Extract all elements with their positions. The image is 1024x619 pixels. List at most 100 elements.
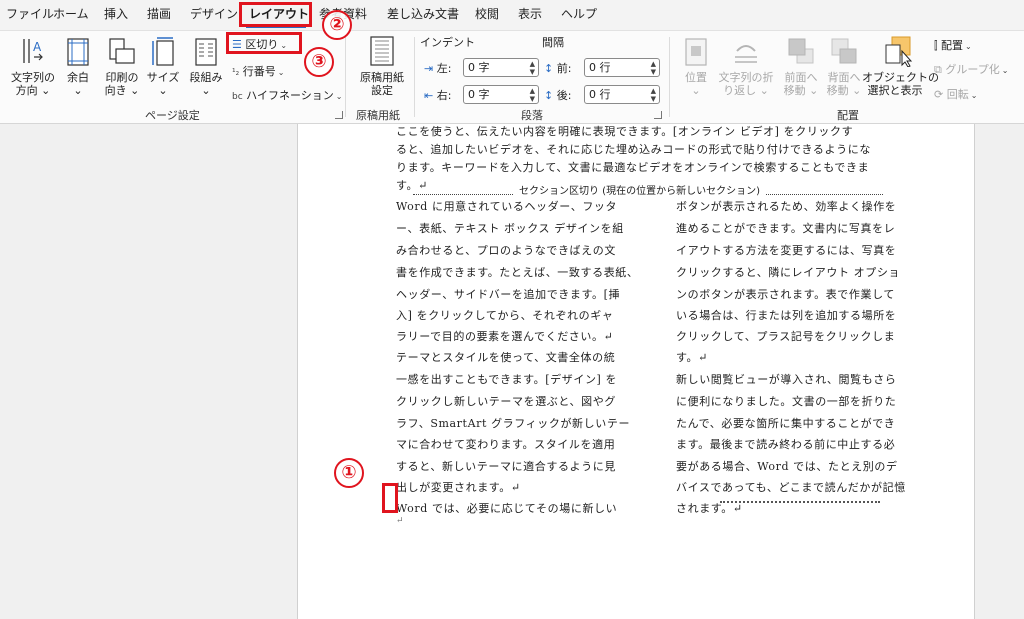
left-column-line: ー、表紙、テキスト ボックス デザインを組 xyxy=(396,222,624,235)
left-column-line: 書を作成できます。たとえば、一致する表紙、 xyxy=(396,266,639,279)
indent-header: インデント xyxy=(420,36,475,49)
wrap-text-icon xyxy=(735,45,757,63)
left-column-line: み合わせると、プロのようなできばえの文 xyxy=(396,244,616,257)
right-column-line: す。↵ xyxy=(676,351,708,364)
indent-right-value: 0 字 xyxy=(468,88,490,101)
paragraph-launcher-icon[interactable] xyxy=(654,111,662,119)
group-icon: ⧉ xyxy=(934,63,942,76)
send-backward-label-1: 背面へ xyxy=(827,71,861,84)
page-setup-group-label: ページ設定 xyxy=(145,109,200,122)
columns-label: 段組み xyxy=(189,71,223,84)
text-direction-label-2: 方向 ⌄ xyxy=(15,84,51,97)
manuscript-label-1: 原稿用紙 xyxy=(360,71,404,84)
ribbon-separator xyxy=(669,37,670,117)
indent-right-input[interactable]: 0 字 ▲ ▼ xyxy=(463,85,539,104)
paragraph-end-mark: ↵ xyxy=(396,516,405,526)
send-backward-icon xyxy=(831,38,857,64)
orientation-icon xyxy=(109,38,135,64)
left-column-line: ラリーで目的の要素を選んでください。↵ xyxy=(396,330,614,343)
indent-right-row: ⇤ 右: xyxy=(424,87,451,103)
tab-home[interactable]: ホーム xyxy=(53,5,89,22)
align-icon: ⫿ xyxy=(934,39,938,52)
left-column-line: テーマとスタイルを使って、文書全体の統 xyxy=(396,351,616,364)
spinner-arrows-icon[interactable]: ▲ ▼ xyxy=(651,87,656,103)
manuscript-label-2: 設定 xyxy=(371,84,393,97)
align-chevron-icon: ⌄ xyxy=(965,42,972,51)
body-line: ると、追加したいビデオを、それに応じた埋め込みコードの形式で貼り付けできるように… xyxy=(396,143,871,156)
margins-icon xyxy=(67,38,89,66)
tab-design[interactable]: デザイン xyxy=(190,5,238,22)
hyphenation-label: ハイフネーション xyxy=(246,89,334,102)
spacing-after-label: 後: xyxy=(556,89,572,102)
spacing-after-icon: ↕ xyxy=(544,89,554,102)
left-column-line: Word に用意されているヘッダー、フッタ xyxy=(396,200,618,213)
right-column-line: 進めることができます。文書内に写真をレ xyxy=(676,222,896,235)
left-column-line: Word では、必要に応じてその場に新しい xyxy=(396,502,618,515)
text-direction-label-1: 文字列の xyxy=(11,71,55,84)
line-numbers-label: 行番号 xyxy=(242,65,276,78)
layout-tab-highlight xyxy=(239,2,312,27)
left-column-line: マに合わせて変わります。スタイルを適用 xyxy=(396,438,616,451)
indent-left-input[interactable]: 0 字 ▲ ▼ xyxy=(463,58,539,77)
margins-label: 余白 xyxy=(67,71,89,84)
rotate-label: 回転 xyxy=(946,88,969,101)
tab-mailings[interactable]: 差し込み文書 xyxy=(387,5,459,22)
line-numbers-icon: ¹₂ xyxy=(232,68,240,78)
ribbon-separator xyxy=(414,37,415,117)
manuscript-icon xyxy=(370,36,394,66)
spinner-arrows-icon[interactable]: ▲ ▼ xyxy=(651,60,656,76)
hyphenation-button[interactable]: bc ハイフネーション ⌄ xyxy=(232,87,342,103)
right-column-line: に便利になりました。文書の一部を折りた xyxy=(676,395,897,408)
align-label: 配置 xyxy=(941,39,964,52)
spacing-before-label: 前: xyxy=(556,62,572,75)
indent-left-icon: ⇥ xyxy=(424,62,434,75)
step-2-marker: ② xyxy=(322,10,352,40)
hyphenation-icon: bc xyxy=(232,92,243,102)
spinner-arrows-icon[interactable]: ▲ ▼ xyxy=(530,60,535,76)
rotate-chevron-icon: ⌄ xyxy=(970,91,978,100)
right-column-line: ボタンが表示されるため、効率よく操作を xyxy=(676,200,897,213)
group-label: グループ化 xyxy=(945,63,1000,76)
bring-forward-icon xyxy=(788,38,814,64)
rotate-icon: ⟳ xyxy=(934,88,944,101)
page-setup-launcher-icon[interactable] xyxy=(335,111,343,119)
left-column-line: すると、新しいテーマに適合するように見 xyxy=(396,460,616,473)
indent-right-icon: ⇤ xyxy=(424,89,434,102)
left-column-line: 出しが変更されます。↵ xyxy=(396,481,521,494)
cursor-position-highlight xyxy=(382,483,398,513)
step-3-marker: ③ xyxy=(304,47,334,77)
tab-review[interactable]: 校閲 xyxy=(475,5,499,22)
align-button[interactable]: ⫿ 配置 ⌄ xyxy=(934,37,972,53)
tab-file[interactable]: ファイル xyxy=(6,5,54,22)
left-column-line: ラフ、SmartArt グラフィックが新しいテー xyxy=(396,417,631,430)
spacing-after-value: 0 行 xyxy=(589,88,611,101)
indent-left-value: 0 字 xyxy=(468,61,490,74)
body-line: ここを使うと、伝えたい内容を明確に表現できます。[オンライン ビデオ] をクリッ… xyxy=(396,125,854,138)
line-numbers-button[interactable]: ¹₂ 行番号 ⌄ xyxy=(232,63,284,79)
columns-icon xyxy=(195,38,217,66)
tab-insert[interactable]: 挿入 xyxy=(104,5,128,22)
ribbon-separator xyxy=(345,37,346,117)
wrap-text-label-1: 文字列の折 xyxy=(718,71,774,84)
spacing-after-row: ↕ 後: xyxy=(544,87,571,103)
position-label: 位置 xyxy=(685,71,707,84)
right-column-line: ンのボタンが表示されます。表で作業して xyxy=(676,288,895,301)
spacing-before-input[interactable]: 0 行 ▲ ▼ xyxy=(584,58,660,77)
right-column-line: クリックすると、隣にレイアウト オプショ xyxy=(676,266,901,279)
spacing-after-input[interactable]: 0 行 ▲ ▼ xyxy=(584,85,660,104)
spacing-before-value: 0 行 xyxy=(589,61,611,74)
right-column-line: いる場合は、行または列を追加する場所を xyxy=(676,309,897,322)
line-numbers-chevron-icon: ⌄ xyxy=(277,68,285,77)
spacing-before-icon: ↕ xyxy=(544,62,554,75)
spinner-arrows-icon[interactable]: ▲ ▼ xyxy=(530,87,535,103)
send-backward-label-2: 移動 ⌄ xyxy=(826,84,862,97)
arrange-group-label: 配置 xyxy=(837,109,859,122)
tab-draw[interactable]: 描画 xyxy=(147,5,171,22)
group-button[interactable]: ⧉ グループ化 ⌄ xyxy=(934,61,1008,77)
tab-help[interactable]: ヘルプ xyxy=(561,5,597,22)
tab-view[interactable]: 表示 xyxy=(518,5,542,22)
orientation-label-1: 印刷の xyxy=(105,71,139,84)
size-chevron: ⌄ xyxy=(158,84,168,97)
rotate-button[interactable]: ⟳ 回転 ⌄ xyxy=(934,86,977,102)
position-chevron: ⌄ xyxy=(691,84,701,97)
